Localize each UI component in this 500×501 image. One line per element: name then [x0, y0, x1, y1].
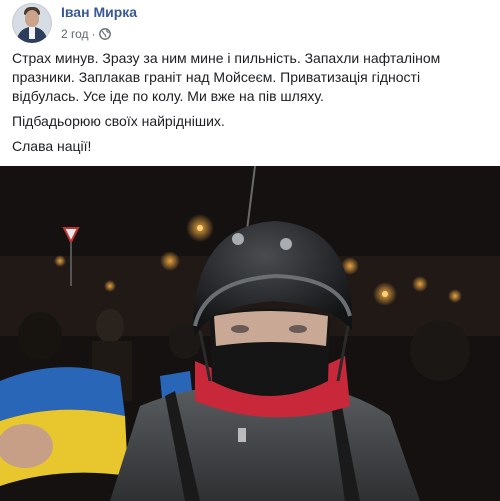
author-name[interactable]: Іван Мирка [61, 4, 137, 21]
separator-dot: · [91, 27, 96, 41]
globe-icon[interactable] [98, 28, 111, 40]
post-subline: 2 год · [61, 26, 137, 42]
facebook-post: Іван Мирка 2 год · Страх минув. Зразу за… [0, 0, 500, 501]
post-photo[interactable] [0, 166, 500, 501]
post-text: Страх минув. Зразу за ним мине і пильніс… [12, 49, 482, 162]
avatar[interactable] [12, 3, 52, 43]
post-paragraph: Підбадьорюю своїх найрідніших. [12, 113, 225, 129]
post-header: Іван Мирка 2 год · [12, 3, 137, 43]
post-paragraph: Слава нації! [12, 138, 92, 154]
post-paragraph: Страх минув. Зразу за ним мине і пильніс… [12, 50, 441, 104]
post-timestamp[interactable]: 2 год [61, 26, 89, 42]
post-meta: Іван Мирка 2 год · [61, 3, 137, 42]
